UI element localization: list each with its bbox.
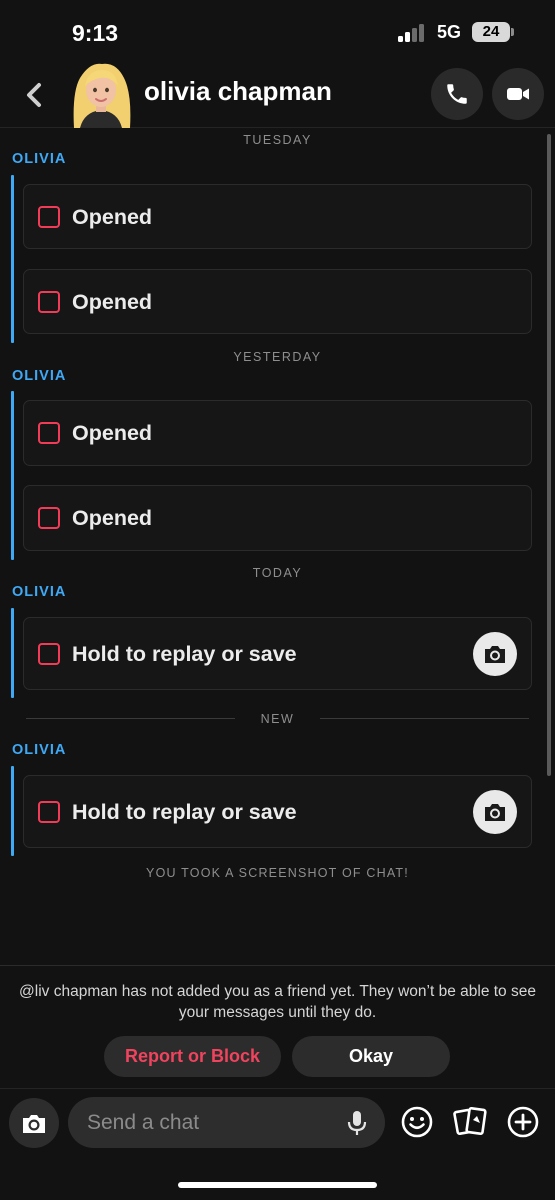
sender-name: OLIVIA [12,151,67,167]
message-rail [11,391,14,560]
day-label: YESTERDAY [233,350,322,364]
snap-message[interactable]: Opened [23,269,532,334]
sender-name: OLIVIA [12,742,67,758]
day-label: TODAY [252,566,303,580]
message-rail [11,766,14,856]
new-divider-label: NEW [260,712,295,726]
report-or-block-button[interactable]: Report or Block [104,1036,281,1077]
snap-message[interactable]: Opened [23,485,532,551]
friend-notice-text: @liv chapman has not added you as a frie… [19,983,536,1021]
more-button[interactable] [506,1105,540,1139]
snap-status: Opened [72,205,153,229]
snap-status: Opened [72,290,153,314]
call-button[interactable] [431,68,483,120]
snap-opened-icon [38,206,60,228]
camera-icon [23,1115,45,1133]
message-rail [11,175,14,343]
microphone-icon[interactable] [346,1109,368,1137]
new-divider-line [320,718,529,719]
screenshot-notice: YOU TOOK A SCREENSHOT OF CHAT! [146,866,409,880]
snap-status: Opened [72,421,153,445]
chat-header: olivia chapman [0,62,555,128]
day-label: TUESDAY [243,133,312,147]
signal-icon [398,24,428,42]
smiley-icon [401,1106,433,1138]
camera-icon [485,804,505,821]
message-rail [11,608,14,698]
status-time: 9:13 [72,20,119,46]
chat-input-container [68,1097,385,1148]
camera-icon [485,646,505,663]
status-bar: 9:13 5G 24 [0,0,555,62]
home-indicator[interactable] [178,1182,377,1188]
snap-status: Hold to replay or save [72,800,297,824]
snap-status: Hold to replay or save [72,642,297,666]
chat-messages[interactable]: TUESDAY OLIVIA Opened Opened YESTERDAY O… [0,128,555,963]
snap-message[interactable]: Hold to replay or save [23,775,532,848]
composer-divider [0,1088,555,1089]
bitmoji-avatar-icon [73,63,131,128]
cards-button[interactable] [453,1105,487,1139]
battery-nub [511,28,514,36]
video-camera-icon [507,88,529,100]
composer-camera-button[interactable] [9,1098,59,1148]
notice-divider [0,965,555,966]
plus-circle-icon [507,1106,539,1138]
snap-status: Opened [72,506,153,530]
scrollbar[interactable] [547,134,551,776]
cards-icon [453,1106,487,1136]
snap-opened-icon [38,291,60,313]
save-snap-button[interactable] [473,790,517,834]
snap-unopened-icon [38,643,60,665]
snap-opened-icon [38,422,60,444]
okay-button[interactable]: Okay [292,1036,450,1077]
snap-message[interactable]: Opened [23,184,532,249]
phone-icon [447,84,467,104]
snap-unopened-icon [38,801,60,823]
sender-name: OLIVIA [12,368,67,384]
sender-name: OLIVIA [12,584,67,600]
snap-message[interactable]: Opened [23,400,532,466]
back-button[interactable] [18,78,52,112]
save-snap-button[interactable] [473,632,517,676]
chevron-left-icon [27,83,41,107]
avatar[interactable] [66,62,136,128]
chat-input[interactable] [87,1105,327,1140]
snap-opened-icon [38,507,60,529]
network-type: 5G [437,22,462,42]
video-call-button[interactable] [492,68,544,120]
contact-name[interactable]: olivia chapman [144,76,332,107]
battery-icon: 24 [472,22,510,42]
snap-message[interactable]: Hold to replay or save [23,617,532,690]
emoji-button[interactable] [400,1105,434,1139]
